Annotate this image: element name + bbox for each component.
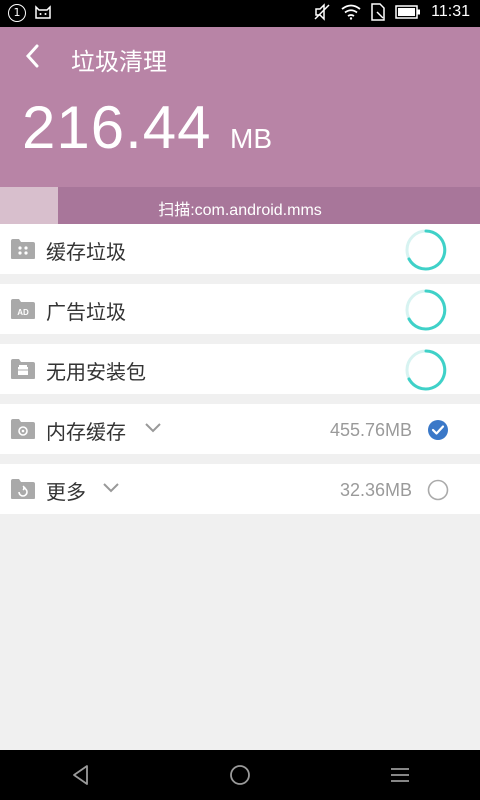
svg-text:AD: AD <box>17 308 29 317</box>
system-nav-bar <box>0 750 480 800</box>
memory-folder-icon <box>11 419 35 439</box>
back-arrow-icon[interactable] <box>22 44 44 68</box>
menu-icon[interactable] <box>389 764 411 786</box>
home-icon[interactable] <box>229 764 251 786</box>
cache-folder-icon <box>11 239 35 259</box>
ad-folder-icon: AD <box>11 299 35 319</box>
package-folder-icon <box>11 359 35 379</box>
category-label: 更多 <box>46 480 86 504</box>
more-folder-icon <box>11 479 35 499</box>
category-size: 32.36MB <box>339 480 412 500</box>
junk-size-value: 216.44 <box>22 94 212 161</box>
checkbox-unchecked-icon[interactable] <box>427 479 449 501</box>
status-bar: 1 11:31 <box>0 0 480 27</box>
category-label: 广告垃圾 <box>46 300 126 324</box>
page-title: 垃圾清理 <box>71 48 167 76</box>
scan-progress-bar: 扫描:com.android.mms <box>0 187 480 224</box>
category-size: 455.76MB <box>329 420 412 440</box>
notification-count-badge: 1 <box>8 4 26 22</box>
category-row-useless-packages[interactable]: 无用安装包 <box>0 344 480 394</box>
category-row-ad-junk[interactable]: AD 广告垃圾 <box>0 284 480 334</box>
battery-icon <box>395 5 421 19</box>
sim-icon <box>371 3 385 21</box>
category-row-cache-junk[interactable]: 缓存垃圾 <box>0 224 480 274</box>
scan-status-text: 扫描:com.android.mms <box>158 202 322 219</box>
category-label: 无用安装包 <box>46 360 146 384</box>
chevron-down-icon[interactable] <box>144 422 162 434</box>
wifi-icon <box>341 4 361 20</box>
category-label: 内存缓存 <box>46 420 126 444</box>
chevron-down-icon[interactable] <box>102 482 120 494</box>
category-label: 缓存垃圾 <box>46 240 126 264</box>
category-row-more[interactable]: 更多 32.36MB <box>0 464 480 514</box>
loading-spinner-icon <box>405 349 447 391</box>
clock: 11:31 <box>431 3 470 20</box>
back-icon[interactable] <box>71 764 91 786</box>
category-row-memory-cache[interactable]: 内存缓存 455.76MB <box>0 404 480 454</box>
checkbox-checked-icon[interactable] <box>427 419 449 441</box>
mute-icon <box>314 3 330 21</box>
cat-app-icon <box>35 5 51 19</box>
loading-spinner-icon <box>405 289 447 331</box>
junk-size-unit: MB <box>230 123 272 154</box>
loading-spinner-icon <box>405 229 447 271</box>
header: 垃圾清理 216.44 MB <box>0 27 480 187</box>
